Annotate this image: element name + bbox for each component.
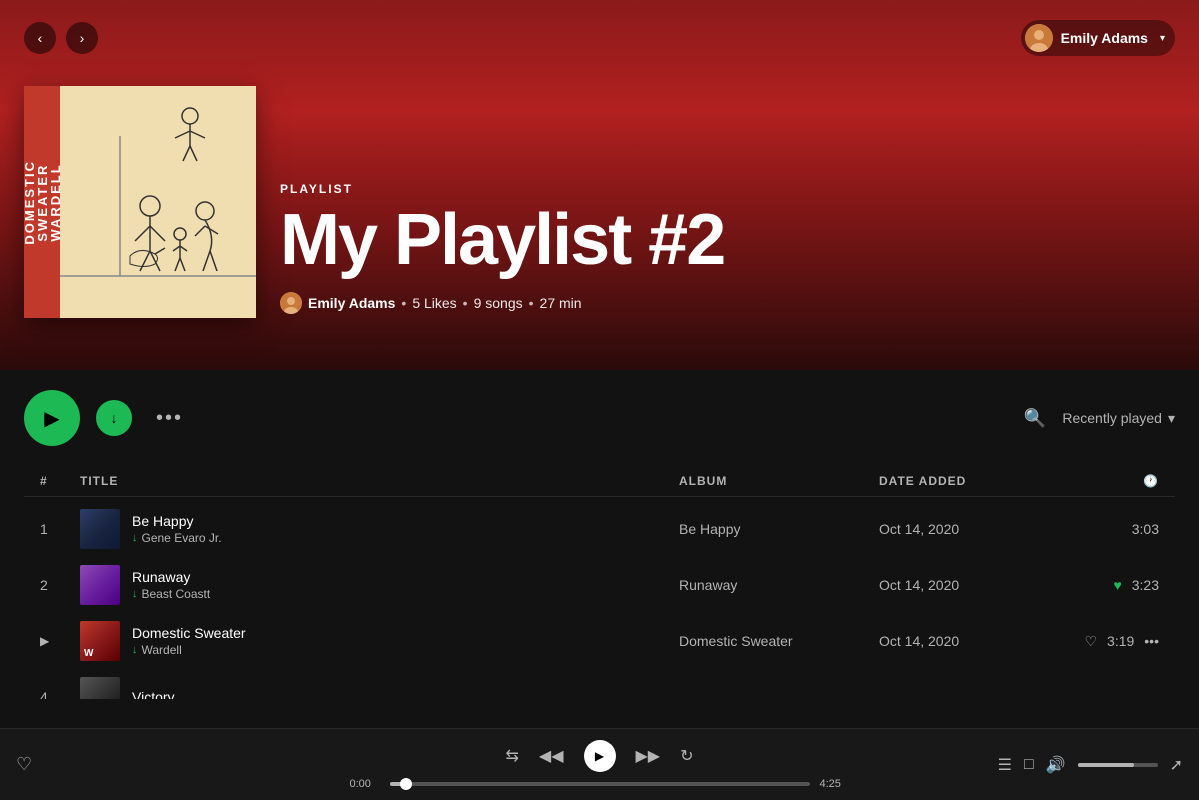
track-thumbnail (80, 565, 120, 605)
more-options-button[interactable]: ••• (148, 403, 191, 434)
track-thumbnail (80, 509, 120, 549)
track-name: Be Happy (132, 513, 222, 529)
forward-button[interactable]: › (66, 22, 98, 54)
player-center: ⇆ ◀◀ ▶ ▶▶ ↻ 0:00 4:25 (316, 740, 883, 790)
heart-icon[interactable]: ♡ (1084, 633, 1097, 650)
meta-likes: 5 Likes (412, 295, 456, 311)
track-name: Victory (132, 689, 175, 699)
nav-buttons: ‹ › (24, 22, 98, 54)
repeat-button[interactable]: ↻ (680, 746, 693, 766)
more-options-small[interactable]: ••• (1144, 633, 1159, 649)
downloaded-icon: ↓ (132, 644, 138, 656)
track-duration: ♡ 3:19 ••• (1079, 633, 1159, 650)
player-bar: ♡ ⇆ ◀◀ ▶ ▶▶ ↻ 0:00 4:25 ☰ □ 🔊 ➚ (0, 728, 1199, 800)
playlist-title: My Playlist #2 (280, 204, 1175, 276)
track-list-header: # TITLE ALBUM DATE ADDED 🕐 (24, 466, 1175, 497)
track-artist: ↓ Wardell (132, 643, 246, 657)
controls-right: 🔍 Recently played ▾ (1024, 408, 1175, 429)
track-list: # TITLE ALBUM DATE ADDED 🕐 1 Be Happy ↓ … (0, 466, 1199, 699)
user-name: Emily Adams (1061, 30, 1148, 46)
search-button[interactable]: 🔍 (1024, 408, 1046, 429)
meta-songs: 9 songs (474, 295, 523, 311)
volume-slider[interactable] (1078, 763, 1158, 767)
player-heart-icon[interactable]: ♡ (16, 754, 32, 775)
playlist-meta: Emily Adams • 5 Likes • 9 songs • 27 min (280, 292, 1175, 314)
avatar (1025, 24, 1053, 52)
user-profile-menu[interactable]: Emily Adams ▾ (1021, 20, 1175, 56)
track-duration: ♥ 3:23 (1079, 577, 1159, 593)
track-number: 1 (40, 521, 80, 537)
sort-chevron-icon: ▾ (1168, 410, 1175, 427)
play-pause-button[interactable]: ▶ (584, 740, 616, 772)
track-number: 2 (40, 577, 80, 593)
table-row[interactable]: 1 Be Happy ↓ Gene Evaro Jr. Be Happy Oct… (24, 501, 1175, 557)
table-row[interactable]: ▶ Domestic Sweater ↓ Wardell Domestic Sw… (24, 613, 1175, 669)
track-thumbnail (80, 677, 120, 699)
queue-button[interactable]: ☰ (998, 755, 1012, 775)
volume-button[interactable]: 🔊 (1046, 755, 1066, 775)
devices-button[interactable]: □ (1024, 756, 1034, 774)
downloaded-icon: ↓ (132, 532, 138, 544)
track-album: Be Happy (679, 521, 879, 537)
heart-icon[interactable]: ♥ (1113, 577, 1121, 593)
album-spine: DOMESTICSWEATERWARDELL (24, 86, 60, 318)
track-name: Domestic Sweater (132, 625, 246, 641)
track-name: Runaway (132, 569, 210, 585)
header-album: ALBUM (679, 474, 879, 488)
header-title: TITLE (80, 474, 679, 488)
chevron-down-icon: ▾ (1160, 33, 1165, 44)
track-info: Runaway ↓ Beast Coastt (80, 565, 679, 605)
meta-author: Emily Adams (308, 295, 395, 311)
track-info: Victory (80, 677, 679, 699)
track-album: Runaway (679, 577, 879, 593)
header-num: # (40, 474, 80, 488)
header-duration: 🕐 (1079, 474, 1159, 488)
hero-section: ‹ › Emily Adams ▾ DOMESTICSWEATERWARDELL (0, 0, 1199, 370)
volume-fill (1078, 763, 1134, 767)
track-number: 4 (40, 689, 80, 699)
track-info: Be Happy ↓ Gene Evaro Jr. (80, 509, 679, 549)
player-controls: ⇆ ◀◀ ▶ ▶▶ ↻ (505, 740, 693, 772)
track-date: Oct 14, 2020 (879, 521, 1079, 537)
track-album: Domestic Sweater (679, 633, 879, 649)
previous-button[interactable]: ◀◀ (539, 746, 564, 766)
progress-track[interactable] (390, 782, 810, 786)
back-button[interactable]: ‹ (24, 22, 56, 54)
sort-label: Recently played (1062, 410, 1162, 426)
table-row[interactable]: 4 Victory (24, 669, 1175, 699)
progress-dot (400, 778, 412, 790)
player-left: ♡ (16, 754, 316, 775)
download-button[interactable]: ↓ (96, 400, 132, 436)
fullscreen-button[interactable]: ➚ (1170, 755, 1183, 775)
sort-button[interactable]: Recently played ▾ (1062, 410, 1175, 427)
playlist-hero: DOMESTICSWEATERWARDELL (24, 86, 1175, 318)
track-duration: 3:03 (1079, 521, 1159, 537)
downloaded-icon: ↓ (132, 588, 138, 600)
shuffle-button[interactable]: ⇆ (505, 746, 518, 766)
next-button[interactable]: ▶▶ (636, 746, 661, 766)
player-right: ☰ □ 🔊 ➚ (883, 755, 1183, 775)
meta-avatar (280, 292, 302, 314)
track-artist: ↓ Gene Evaro Jr. (132, 531, 222, 545)
track-info: Domestic Sweater ↓ Wardell (80, 621, 679, 661)
playlist-info: PLAYLIST My Playlist #2 Emily Adams • 5 … (280, 182, 1175, 318)
track-thumbnail (80, 621, 120, 661)
track-date: Oct 14, 2020 (879, 633, 1079, 649)
top-bar: ‹ › Emily Adams ▾ (24, 20, 1175, 56)
album-art: DOMESTICSWEATERWARDELL (24, 86, 256, 318)
play-button[interactable]: ▶ (24, 390, 80, 446)
time-current: 0:00 (350, 778, 380, 790)
track-date: Oct 14, 2020 (879, 577, 1079, 593)
time-total: 4:25 (820, 778, 850, 790)
table-row[interactable]: 2 Runaway ↓ Beast Coastt Runaway Oct 14,… (24, 557, 1175, 613)
playlist-type-label: PLAYLIST (280, 182, 1175, 196)
track-number: ▶ (40, 634, 80, 648)
progress-bar[interactable]: 0:00 4:25 (350, 778, 850, 790)
meta-duration: 27 min (540, 295, 582, 311)
header-date: DATE ADDED (879, 474, 1079, 488)
track-artist: ↓ Beast Coastt (132, 587, 210, 601)
controls-bar: ▶ ↓ ••• 🔍 Recently played ▾ (0, 370, 1199, 466)
